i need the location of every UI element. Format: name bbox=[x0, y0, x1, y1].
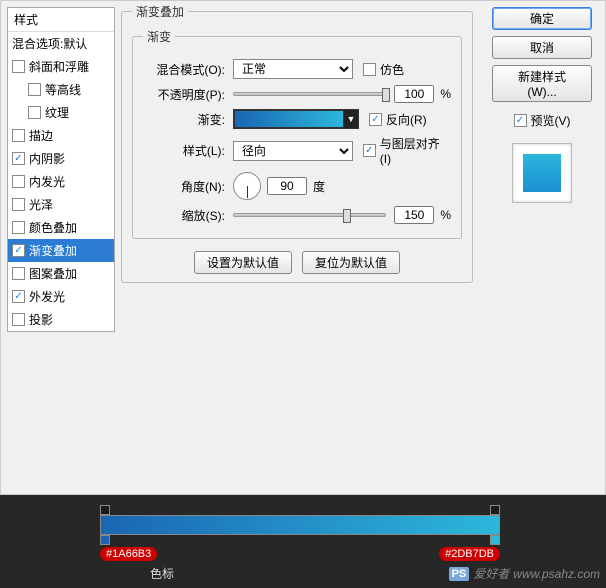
layer-style-dialog: 样式 混合选项:默认 斜面和浮雕等高线纹理描边内阴影内发光光泽颜色叠加渐变叠加图… bbox=[0, 0, 606, 495]
checkbox-icon bbox=[12, 221, 25, 234]
sidebar-item-渐变叠加[interactable]: 渐变叠加 bbox=[8, 239, 114, 262]
sidebar-item-label: 投影 bbox=[29, 311, 53, 328]
sidebar-item-label: 斜面和浮雕 bbox=[29, 58, 89, 75]
style-select[interactable]: 径向 bbox=[233, 141, 353, 161]
checkbox-icon bbox=[28, 83, 41, 96]
gradient-picker[interactable]: ▼ bbox=[233, 109, 359, 129]
checkbox-icon bbox=[12, 267, 25, 280]
group-title: 渐变叠加 bbox=[132, 3, 188, 20]
sidebar-item-label: 外发光 bbox=[29, 288, 65, 305]
dither-checkbox[interactable]: 仿色 bbox=[363, 61, 404, 78]
color-hex-tag: #2DB7DB bbox=[439, 547, 500, 561]
blend-mode-select[interactable]: 正常 bbox=[233, 59, 353, 79]
reverse-checkbox[interactable]: 反向(R) bbox=[369, 111, 427, 128]
color-stop[interactable] bbox=[490, 535, 500, 545]
checkbox-icon bbox=[12, 244, 25, 257]
sidebar-item-外发光[interactable]: 外发光 bbox=[8, 285, 114, 308]
sidebar-item-等高线[interactable]: 等高线 bbox=[8, 78, 114, 101]
sidebar-item-描边[interactable]: 描边 bbox=[8, 124, 114, 147]
sidebar-header: 样式 bbox=[8, 8, 114, 32]
stops-section-label: 色标 bbox=[150, 565, 174, 582]
sidebar-item-斜面和浮雕[interactable]: 斜面和浮雕 bbox=[8, 55, 114, 78]
sidebar-item-label: 内阴影 bbox=[29, 150, 65, 167]
sidebar-item-label: 描边 bbox=[29, 127, 53, 144]
checkbox-icon bbox=[12, 129, 25, 142]
sidebar-item-颜色叠加[interactable]: 颜色叠加 bbox=[8, 216, 114, 239]
style-label: 样式(L): bbox=[143, 142, 233, 159]
preview-box bbox=[512, 143, 572, 203]
sidebar-item-label: 渐变叠加 bbox=[29, 242, 77, 259]
dialog-buttons: 确定 取消 新建样式(W)... 预览(V) bbox=[487, 7, 597, 203]
scale-input[interactable] bbox=[394, 206, 434, 224]
sidebar-blending-options[interactable]: 混合选项:默认 bbox=[8, 32, 114, 55]
angle-dial[interactable] bbox=[233, 172, 261, 200]
preview-checkbox[interactable]: 预览(V) bbox=[514, 112, 571, 129]
blend-mode-row: 混合模式(O): 正常 仿色 bbox=[143, 59, 451, 79]
gradient-label: 渐变: bbox=[143, 111, 233, 128]
angle-row: 角度(N): 度 bbox=[143, 172, 451, 200]
opacity-unit: % bbox=[440, 87, 451, 101]
angle-label: 角度(N): bbox=[143, 178, 233, 195]
sidebar-item-内阴影[interactable]: 内阴影 bbox=[8, 147, 114, 170]
sidebar-item-label: 内发光 bbox=[29, 173, 65, 190]
opacity-stop[interactable] bbox=[100, 505, 110, 515]
checkbox-icon bbox=[28, 106, 41, 119]
checkbox-icon bbox=[363, 144, 376, 157]
cancel-button[interactable]: 取消 bbox=[492, 36, 592, 59]
scale-label: 缩放(S): bbox=[143, 207, 233, 224]
subgroup-title: 渐变 bbox=[143, 28, 175, 45]
opacity-row: 不透明度(P): % bbox=[143, 85, 451, 103]
gradient-preview-swatch bbox=[234, 110, 344, 128]
sidebar-item-label: 纹理 bbox=[45, 104, 69, 121]
checkbox-icon bbox=[514, 114, 527, 127]
checkbox-icon bbox=[369, 113, 382, 126]
scale-unit: % bbox=[440, 208, 451, 222]
new-style-button[interactable]: 新建样式(W)... bbox=[492, 65, 592, 102]
gradient-subgroup: 渐变 混合模式(O): 正常 仿色 不透明度(P): % 渐变: bbox=[132, 28, 462, 239]
checkbox-icon bbox=[12, 290, 25, 303]
opacity-input[interactable] bbox=[394, 85, 434, 103]
sidebar-item-投影[interactable]: 投影 bbox=[8, 308, 114, 331]
style-row: 样式(L): 径向 与图层对齐(I) bbox=[143, 135, 451, 166]
sidebar-item-图案叠加[interactable]: 图案叠加 bbox=[8, 262, 114, 285]
angle-unit: 度 bbox=[313, 178, 325, 195]
color-hex-tag: #1A66B3 bbox=[100, 547, 157, 561]
chevron-down-icon: ▼ bbox=[344, 110, 358, 128]
checkbox-icon bbox=[363, 63, 376, 76]
set-default-button[interactable]: 设置为默认值 bbox=[194, 251, 292, 274]
align-checkbox[interactable]: 与图层对齐(I) bbox=[363, 135, 451, 166]
gradient-overlay-panel: 渐变叠加 渐变 混合模式(O): 正常 仿色 不透明度(P): % bbox=[121, 3, 473, 483]
ok-button[interactable]: 确定 bbox=[492, 7, 592, 30]
sidebar-item-纹理[interactable]: 纹理 bbox=[8, 101, 114, 124]
gradient-editor[interactable]: #1A66B3 #2DB7DB bbox=[100, 505, 500, 547]
gradient-row: 渐变: ▼ 反向(R) bbox=[143, 109, 451, 129]
preview-swatch bbox=[523, 154, 561, 192]
angle-input[interactable] bbox=[267, 177, 307, 195]
checkbox-icon bbox=[12, 313, 25, 326]
opacity-slider[interactable] bbox=[233, 92, 386, 96]
checkbox-icon bbox=[12, 198, 25, 211]
color-stop[interactable] bbox=[100, 535, 110, 545]
checkbox-icon bbox=[12, 175, 25, 188]
checkbox-icon bbox=[12, 152, 25, 165]
opacity-label: 不透明度(P): bbox=[143, 86, 233, 103]
scale-row: 缩放(S): % bbox=[143, 206, 451, 224]
gradient-overlay-group: 渐变叠加 渐变 混合模式(O): 正常 仿色 不透明度(P): % bbox=[121, 3, 473, 283]
opacity-stop[interactable] bbox=[490, 505, 500, 515]
reset-default-button[interactable]: 复位为默认值 bbox=[302, 251, 400, 274]
checkbox-icon bbox=[12, 60, 25, 73]
watermark: PS 爱好者 www.psahz.com bbox=[449, 565, 600, 582]
sidebar-item-光泽[interactable]: 光泽 bbox=[8, 193, 114, 216]
sidebar-item-内发光[interactable]: 内发光 bbox=[8, 170, 114, 193]
blend-mode-label: 混合模式(O): bbox=[143, 61, 233, 78]
sidebar-item-label: 图案叠加 bbox=[29, 265, 77, 282]
sidebar-item-label: 等高线 bbox=[45, 81, 81, 98]
sidebar-item-label: 光泽 bbox=[29, 196, 53, 213]
styles-sidebar: 样式 混合选项:默认 斜面和浮雕等高线纹理描边内阴影内发光光泽颜色叠加渐变叠加图… bbox=[7, 7, 115, 332]
gradient-bar[interactable] bbox=[100, 515, 500, 535]
scale-slider[interactable] bbox=[233, 213, 386, 217]
sidebar-item-label: 颜色叠加 bbox=[29, 219, 77, 236]
